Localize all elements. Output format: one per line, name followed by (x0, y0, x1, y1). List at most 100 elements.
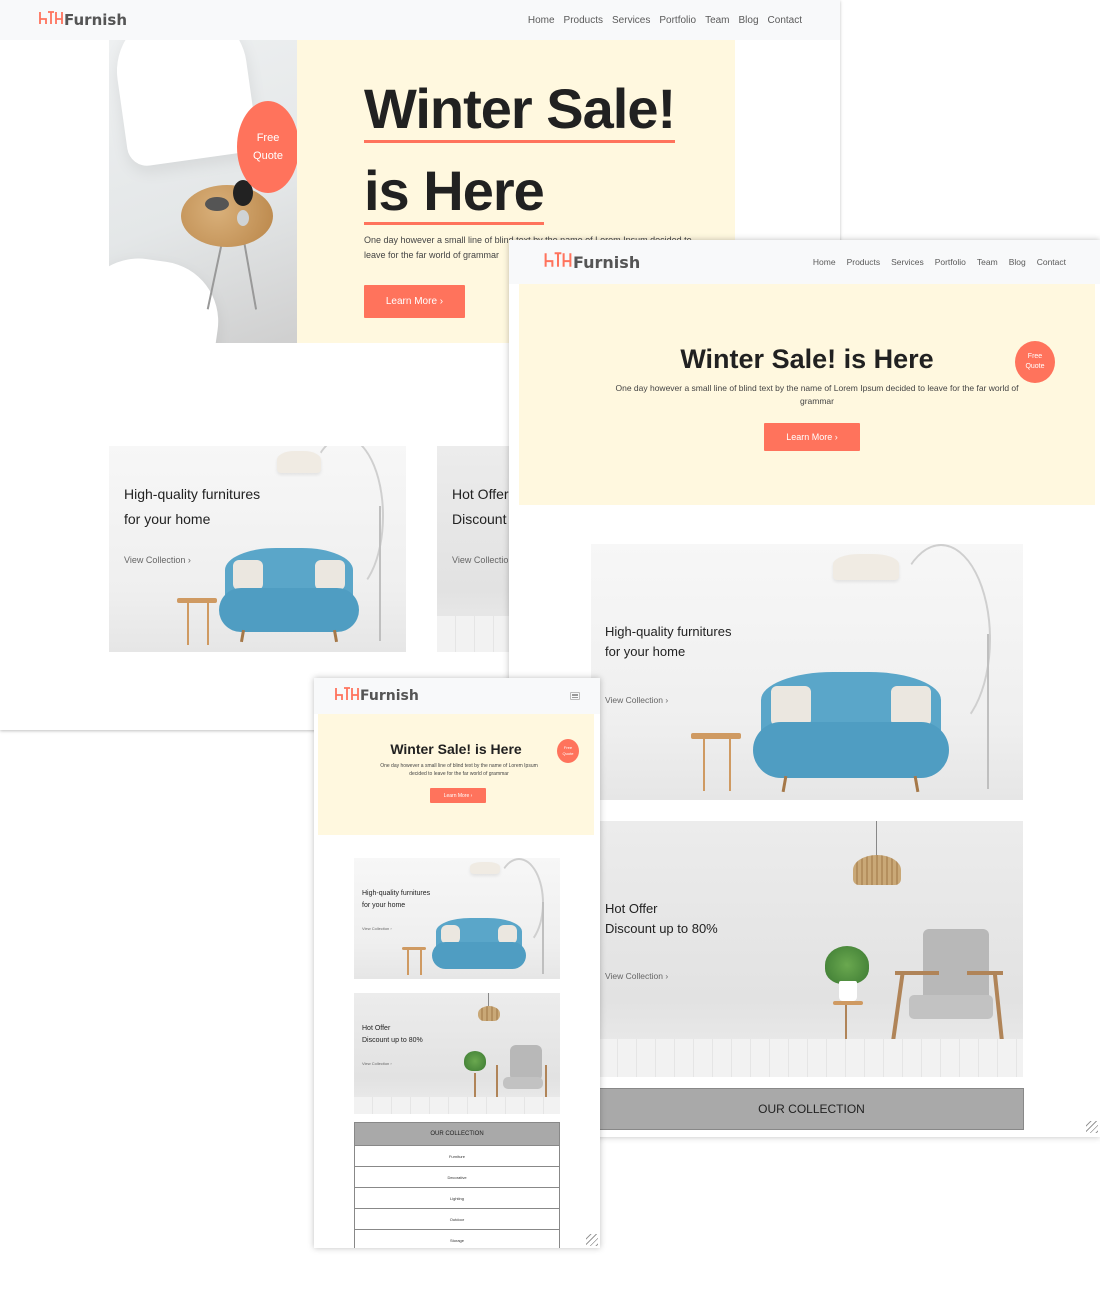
nav-links: Home Products Services Portfolio Team Bl… (802, 257, 1066, 267)
pendant-lamp-image (853, 855, 901, 885)
hero-title-line1: Winter Sale! (364, 77, 676, 143)
nav-portfolio[interactable]: Portfolio (935, 257, 966, 267)
nav-services[interactable]: Services (891, 257, 924, 267)
card-quality: High-quality furnitures for your home Vi… (354, 858, 560, 979)
mobile-preview: Furnish Winter Sale! is Here One day how… (314, 678, 600, 1248)
card-title: High-quality furnitures for your home (124, 482, 260, 532)
learn-more-button[interactable]: Learn More › (364, 285, 465, 318)
hero-panel: Winter Sale! is Here One day however a s… (519, 284, 1095, 505)
nav-contact[interactable]: Contact (768, 15, 802, 26)
card-title-line1: Hot Offer (362, 1025, 391, 1032)
hero-title-text: Winter Sale! is Here (680, 344, 934, 374)
nav-portfolio[interactable]: Portfolio (659, 15, 696, 26)
card-quality: High-quality furnitures for your home Vi… (591, 544, 1023, 800)
card-title-line1: High-quality furnitures (124, 486, 261, 502)
resize-handle-icon[interactable] (586, 1234, 598, 1246)
hero-title: Winter Sale! is Here (364, 68, 676, 232)
nav-home[interactable]: Home (813, 257, 836, 267)
collection-item-storage[interactable]: Storage (354, 1230, 560, 1248)
collection-item-outdoor[interactable]: Outdoor (354, 1209, 560, 1230)
view-collection-link[interactable]: View Collection › (605, 971, 668, 981)
side-table-image (691, 733, 741, 739)
free-quote-badge[interactable]: Free Quote (237, 101, 299, 193)
navbar: Furnish Home Products Services Portfolio… (0, 0, 840, 40)
card-title: High-quality furnitures for your home (362, 888, 430, 912)
nav-blog[interactable]: Blog (739, 15, 759, 26)
view-collection-link[interactable]: View Collection › (605, 695, 668, 705)
nav-team[interactable]: Team (705, 15, 729, 26)
learn-more-button[interactable]: Learn More › (764, 423, 860, 451)
card-title-line2: for your home (362, 902, 406, 909)
lamp-shade-image (833, 554, 899, 580)
collection-item-decorative[interactable]: Decorative (354, 1167, 560, 1188)
hero-title-text: Winter Sale! is Here (390, 741, 522, 757)
navbar: Furnish (314, 678, 600, 714)
nav-home[interactable]: Home (528, 15, 555, 26)
card-title: High-quality furnitures for your home (605, 622, 731, 662)
hero-title: Winter Sale! is Here (318, 741, 594, 757)
our-collection-header[interactable]: OUR COLLECTION (599, 1088, 1024, 1130)
card-title: Hot Offer Discount up to 80% (362, 1023, 423, 1047)
card-title-line2: Discount up to 80% (605, 921, 718, 936)
responsive-preview-canvas: Furnish Home Products Services Portfolio… (0, 0, 1100, 1300)
side-table-image (177, 598, 217, 603)
nav-links: Home Products Services Portfolio Team Bl… (519, 15, 802, 26)
badge-line2: Quote (1025, 363, 1045, 370)
table-leg (242, 240, 258, 310)
card-quality: High-quality furnitures for your home Vi… (109, 446, 406, 652)
hero-panel: Winter Sale! is Here One day however a s… (318, 714, 594, 835)
plant-image (464, 1051, 486, 1071)
view-collection-link[interactable]: View Collection › (362, 926, 392, 931)
resize-handle-icon[interactable] (1086, 1121, 1098, 1133)
card-title-line2: Discount up to 80% (362, 1037, 423, 1044)
navbar: Furnish Home Products Services Portfolio… (509, 240, 1100, 284)
nav-team[interactable]: Team (977, 257, 998, 267)
lamp-pole (379, 506, 381, 641)
nav-products[interactable]: Products (847, 257, 881, 267)
hero-title: Winter Sale! is Here (519, 344, 1095, 375)
hero-text: One day however a small line of blind te… (615, 383, 1019, 406)
badge-line1: Free (1027, 353, 1043, 360)
logo-text: Furnish (64, 11, 128, 29)
our-collection-header[interactable]: OUR COLLECTION (354, 1122, 560, 1146)
view-collection-link[interactable]: View Collection › (124, 555, 191, 565)
collection-item-furniture[interactable]: Furniture (354, 1146, 560, 1167)
logo-text: Furnish (573, 252, 641, 272)
card-offer: Hot Offer Discount up to 80% View Collec… (354, 993, 560, 1114)
hamburger-icon[interactable] (570, 692, 580, 700)
free-quote-badge[interactable]: Free Quote (1015, 341, 1055, 383)
logo[interactable]: Furnish (334, 686, 419, 706)
chair-logo-icon (38, 10, 64, 30)
card-title-line2: for your home (605, 644, 686, 659)
armchair-image (889, 929, 1006, 1057)
nav-services[interactable]: Services (612, 15, 650, 26)
logo[interactable]: Furnish (38, 10, 127, 30)
badge-line2: Quote (562, 751, 574, 756)
sofa-image (753, 672, 949, 794)
nav-products[interactable]: Products (564, 15, 603, 26)
logo-text: Furnish (360, 688, 419, 704)
card-title-line1: High-quality furnitures (362, 890, 431, 897)
card-title: Hot Offer Discount up to 80% (605, 899, 718, 939)
cup-image (205, 197, 229, 211)
nav-contact[interactable]: Contact (1037, 257, 1066, 267)
badge-line2: Quote (253, 150, 283, 162)
lamp-shade-image (470, 862, 500, 874)
hero-title-line2: is Here (364, 159, 545, 225)
view-collection-link[interactable]: View Collection › (362, 1061, 392, 1066)
badge-line1: Free (256, 132, 280, 144)
logo[interactable]: Furnish (543, 251, 640, 273)
learn-more-button[interactable]: Learn More › (430, 788, 486, 803)
pendant-lamp-image (478, 1006, 500, 1021)
card-title-line2: for your home (124, 511, 211, 527)
table-leg (206, 240, 224, 310)
collection-item-lighting[interactable]: Lighting (354, 1188, 560, 1209)
table-image (181, 185, 273, 247)
sofa-image (219, 548, 359, 643)
lamp-shade-image (277, 451, 321, 473)
nav-blog[interactable]: Blog (1009, 257, 1026, 267)
free-quote-badge[interactable]: Free Quote (557, 739, 579, 763)
lamp-pole (987, 634, 989, 789)
plant-image (825, 946, 869, 984)
card-title-line1: High-quality furnitures (605, 624, 732, 639)
